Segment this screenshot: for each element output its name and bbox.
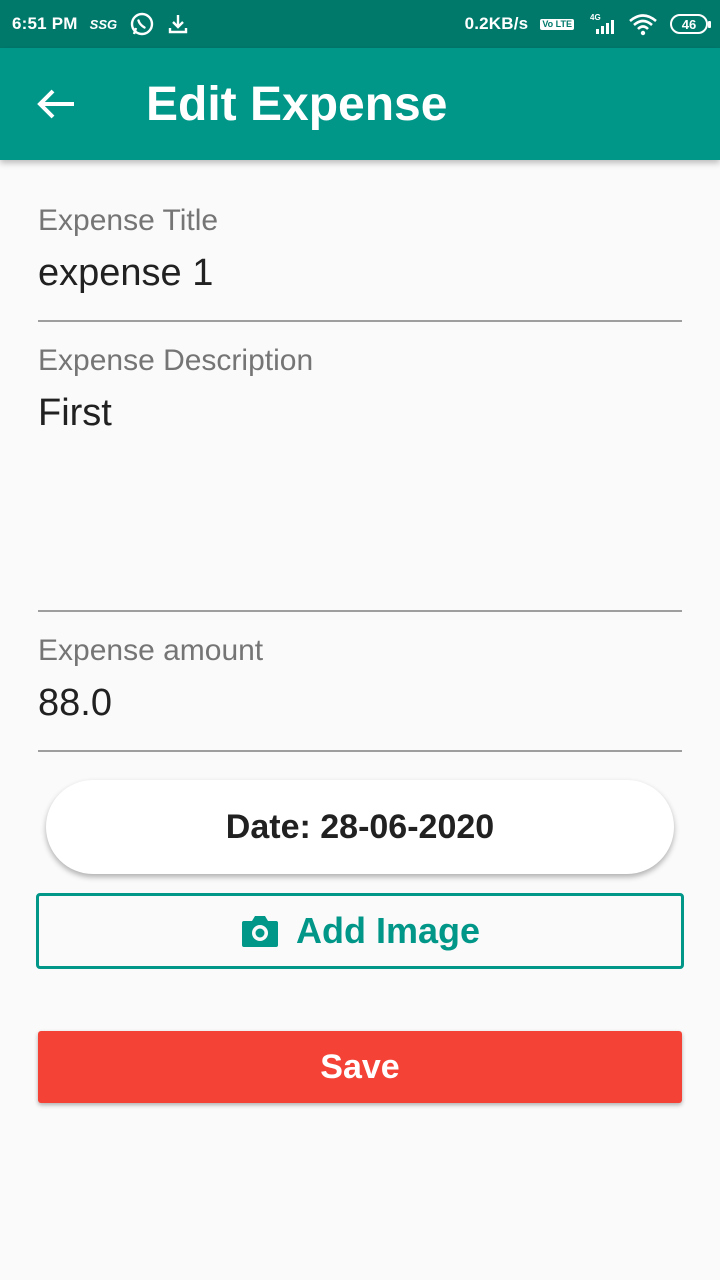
- expense-title-input[interactable]: expense 1: [38, 252, 682, 295]
- arrow-left-icon: [36, 88, 76, 120]
- net-speed: 0.2KB/s: [464, 14, 529, 33]
- status-time: 6:51 PM: [12, 14, 78, 33]
- expense-title-label: Expense Title: [38, 204, 219, 237]
- carrier-tag: SSG: [89, 16, 118, 32]
- save-label: Save: [320, 1047, 400, 1086]
- expense-description-input[interactable]: First: [38, 392, 682, 435]
- battery-icon: 46: [670, 14, 711, 34]
- expense-description-label: Expense Description: [38, 344, 314, 377]
- app-bar: Edit Expense: [0, 48, 720, 160]
- download-icon: [167, 13, 189, 35]
- signal-icon: 4G: [586, 12, 616, 36]
- expense-amount-field[interactable]: Expense amount 88.0: [38, 634, 682, 752]
- page-title: Edit Expense: [146, 77, 448, 131]
- whatsapp-icon: [129, 11, 155, 37]
- camera-icon: [240, 913, 280, 949]
- status-right: 0.2KB/s Vo LTE 4G 46: [464, 12, 711, 36]
- add-image-label: Add Image: [295, 910, 481, 951]
- back-button[interactable]: [0, 48, 112, 160]
- expense-amount-input[interactable]: 88.0: [38, 682, 682, 725]
- status-bar: 6:51 PM SSG 0.2KB/s Vo LTE 4G 46: [0, 0, 720, 48]
- date-label: Date: 28-06-2020: [225, 807, 495, 846]
- status-left: 6:51 PM SSG: [12, 11, 189, 37]
- expense-amount-label: Expense amount: [38, 634, 264, 667]
- wifi-icon: [628, 12, 658, 36]
- date-picker-button[interactable]: Date: 28-06-2020: [46, 780, 674, 874]
- network-type: 4G: [590, 13, 601, 22]
- add-image-button[interactable]: Add Image: [36, 893, 684, 969]
- volte-badge: Vo LTE: [540, 18, 574, 30]
- save-button[interactable]: Save: [38, 1031, 682, 1103]
- expense-title-field[interactable]: Expense Title expense 1: [38, 204, 682, 322]
- expense-description-field[interactable]: Expense Description First: [38, 344, 682, 612]
